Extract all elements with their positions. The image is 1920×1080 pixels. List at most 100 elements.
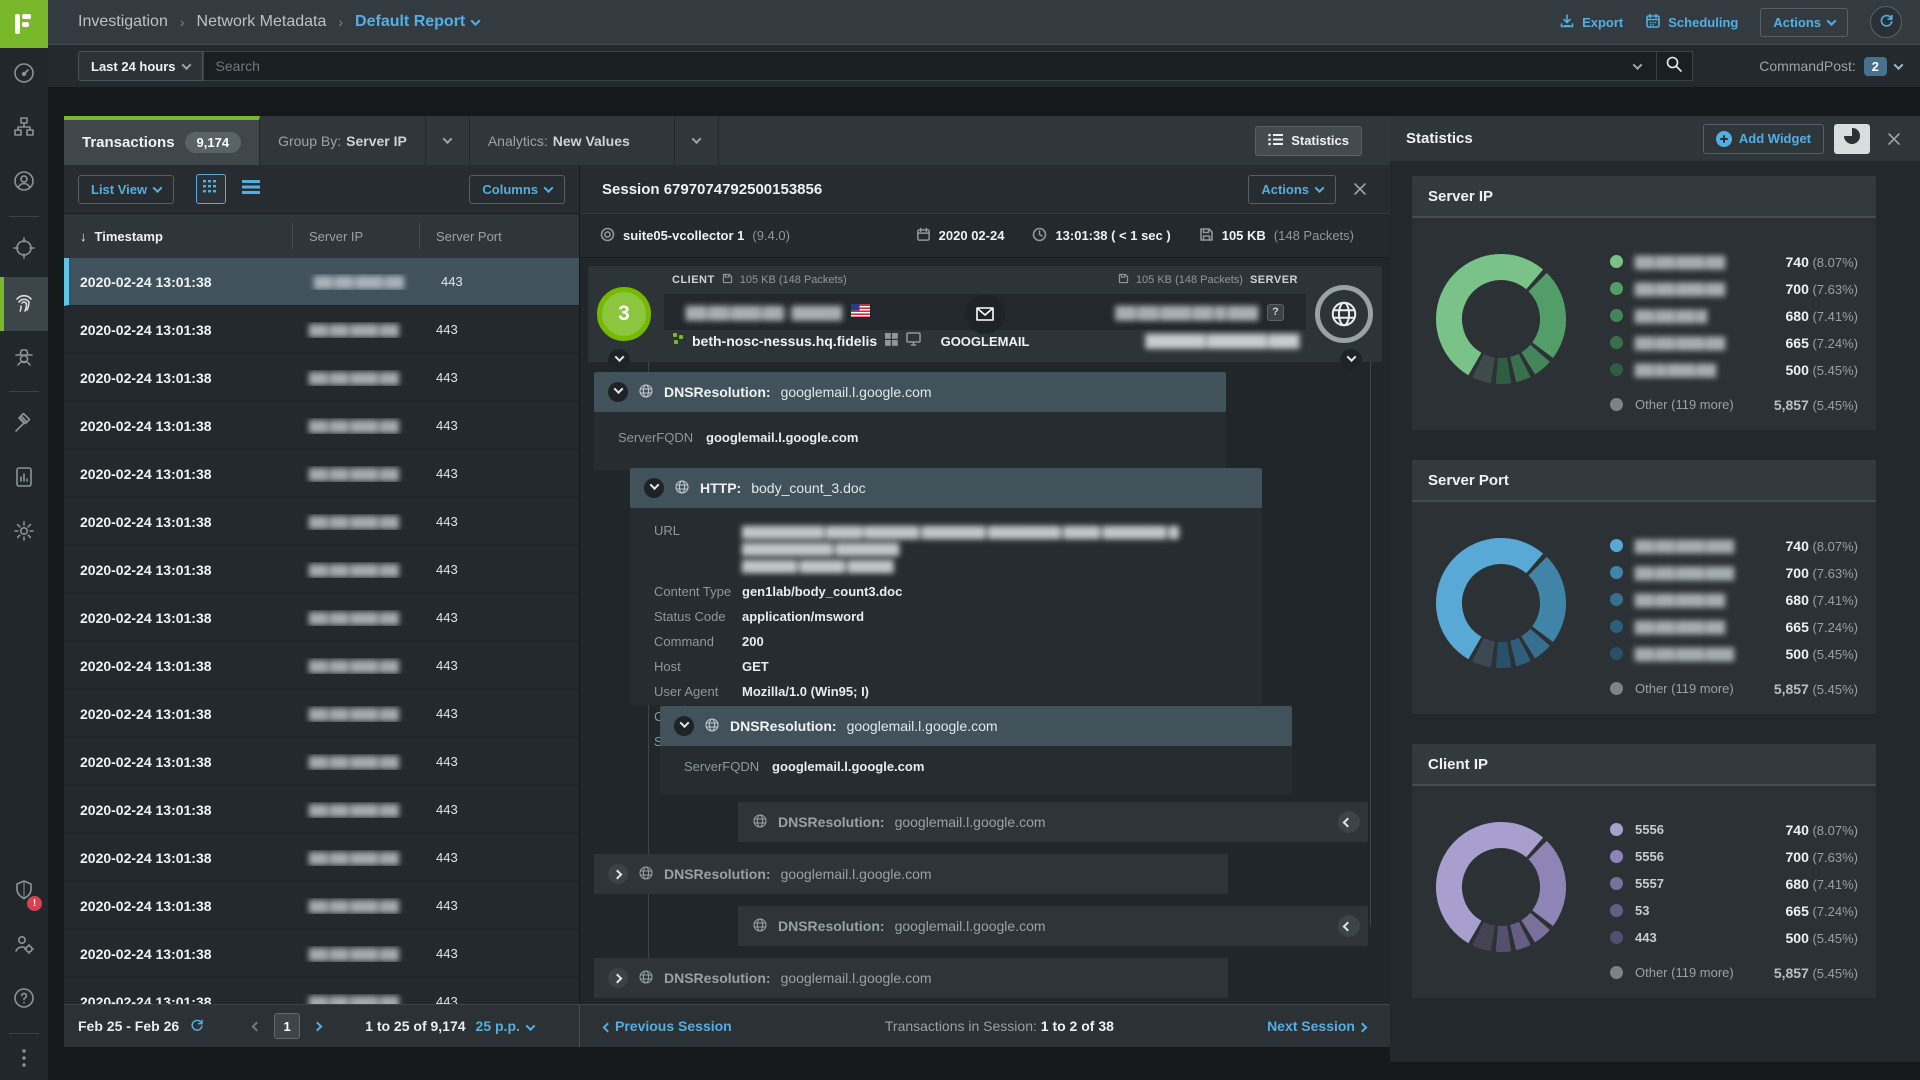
close-session-icon[interactable] [1346,175,1374,203]
table-row[interactable]: 2020-02-24 13:01:38▇▇.▇▇.▇▇▇.▇▇443 [64,402,579,450]
table-row[interactable]: 2020-02-24 13:01:38▇▇.▇▇.▇▇▇.▇▇443 [64,786,579,834]
mail-service-icon[interactable] [965,294,1005,334]
legend-item[interactable]: ▇▇.▇▇.▇▇▇.▇▇740 (8.07%) [1610,248,1858,275]
next-page-button[interactable] [313,1021,323,1031]
table-row[interactable]: 2020-02-24 13:01:38▇▇.▇▇.▇▇▇.▇▇443 [64,594,579,642]
breadcrumb-network-metadata[interactable]: Network Metadata [197,13,327,31]
table-row[interactable]: 2020-02-24 13:01:38▇▇.▇▇.▇▇▇.▇▇443 [64,354,579,402]
legend-item[interactable]: 5557680 (7.41%) [1610,870,1858,897]
list-view-select[interactable]: List View [78,175,174,204]
sidebar-item-reports[interactable] [0,452,48,506]
search-input[interactable] [204,58,1620,74]
previous-session-button[interactable]: Previous Session [604,1018,732,1034]
legend-item[interactable]: 5556740 (8.07%) [1610,816,1858,843]
tree-node-dnsresolution-ghost[interactable]: DNSResolution:googlemail.l.google.com [738,906,1368,946]
sidebar-item-settings[interactable] [0,506,48,560]
current-page[interactable]: 1 [274,1013,300,1039]
legend-item[interactable]: ▇▇.▇▇.▇▇▇.▇▇680 (7.41%) [1610,586,1858,613]
sidebar-item-detect[interactable] [0,223,48,277]
sidebar-item-user-management[interactable] [0,919,48,973]
expand-node-button[interactable] [608,968,628,988]
donut-chart-server-port[interactable] [1421,523,1581,683]
table-row[interactable]: 2020-02-24 13:01:38▇▇.▇▇.▇▇▇.▇▇443 [64,546,579,594]
table-row[interactable]: 2020-02-24 13:01:38▇▇.▇▇.▇▇▇.▇▇443 [64,450,579,498]
table-row[interactable]: 2020-02-24 13:01:38▇▇.▇▇.▇▇▇.▇▇443 [64,306,579,354]
legend-item[interactable]: Other (119 more)5,857 (5.45%) [1610,675,1858,702]
close-statistics-icon[interactable] [1880,125,1908,153]
prev-page-button[interactable] [252,1021,262,1031]
tree-node-dnsresolution-2[interactable]: DNSResolution:googlemail.l.google.com [660,706,1292,746]
export-button[interactable]: Export [1559,13,1623,32]
column-header-server-ip[interactable]: Server IP [293,223,420,249]
row-view-button[interactable] [236,174,266,204]
legend-item[interactable]: 5556700 (7.63%) [1610,843,1858,870]
sidebar-item-compliance[interactable] [0,398,48,452]
table-row[interactable]: 2020-02-24 13:01:38▇▇.▇▇.▇▇▇.▇▇443 [64,690,579,738]
statistics-toggle-button[interactable]: Statistics [1255,126,1362,156]
legend-item[interactable]: ▇▇.▇▇.▇▇.▇680 (7.41%) [1610,302,1858,329]
expand-node-button[interactable] [608,864,628,884]
columns-select[interactable]: Columns [469,175,565,204]
donut-chart-client-ip[interactable] [1421,807,1581,967]
actions-dropdown[interactable]: Actions [1760,8,1848,37]
table-row[interactable]: 2020-02-24 13:01:38▇▇.▇▇.▇▇▇.▇▇443 [64,882,579,930]
time-range-select[interactable]: Last 24 hours [78,51,203,81]
legend-item[interactable]: 53665 (7.24%) [1610,897,1858,924]
sidebar-item-system-health[interactable]: ! [0,865,48,919]
per-page-select[interactable]: 25 p.p. [476,1018,534,1034]
table-row[interactable]: 2020-02-24 13:01:38▇▇.▇▇.▇▇▇.▇▇443 [64,930,579,978]
table-row[interactable]: 2020-02-24 13:01:38▇▇.▇▇.▇▇▇.▇▇443 [64,498,579,546]
table-row[interactable]: 2020-02-24 13:01:38▇▇.▇▇.▇▇▇.▇▇443 [64,642,579,690]
tab-analytics[interactable]: Analytics:New Values [470,116,675,165]
legend-item[interactable]: ▇▇.▇.▇▇▇.▇▇500 (5.45%) [1610,356,1858,383]
session-actions-dropdown[interactable]: Actions [1248,175,1336,204]
legend-item[interactable]: ▇▇.▇▇.▇▇▇.▇▇▇700 (7.63%) [1610,559,1858,586]
table-row[interactable]: 2020-02-24 13:01:38▇▇.▇▇.▇▇▇.▇▇443 [64,738,579,786]
sidebar-item-more[interactable] [0,1040,48,1080]
legend-item[interactable]: 443500 (5.45%) [1610,924,1858,951]
donut-chart-server-ip[interactable] [1421,239,1581,399]
tree-node-dnsresolution-ghost[interactable]: DNSResolution:googlemail.l.google.com [738,802,1368,842]
fidelis-logo[interactable] [0,0,48,48]
tree-node-http[interactable]: HTTP:body_count_3.doc [630,468,1262,508]
scroll-left-button[interactable] [1338,915,1360,937]
sidebar-item-investigation[interactable] [0,277,48,331]
grid-view-button[interactable] [196,174,226,204]
commandpost-count-badge[interactable]: 2 [1864,57,1887,76]
sidebar-item-help[interactable] [0,973,48,1027]
sidebar-item-network-map[interactable] [0,102,48,156]
column-header-timestamp[interactable]: ↓Timestamp [64,223,293,249]
legend-item[interactable]: ▇▇.▇▇.▇▇▇.▇▇700 (7.63%) [1610,275,1858,302]
legend-item[interactable]: Other (119 more)5,857 (5.45%) [1610,391,1858,418]
client-expand-button[interactable] [608,349,630,371]
legend-item[interactable]: ▇▇.▇▇.▇▇▇.▇▇▇740 (8.07%) [1610,532,1858,559]
table-row[interactable]: 2020-02-24 13:01:38▇▇.▇▇.▇▇▇.▇▇443 [64,978,579,1004]
sidebar-item-dashboard[interactable] [0,48,48,102]
tab-group-by[interactable]: Group By:Server IP [260,116,426,165]
table-row[interactable]: 2020-02-24 13:01:38▇▇.▇▇.▇▇▇.▇▇443 [64,834,579,882]
refresh-results-button[interactable] [189,1017,205,1036]
table-row[interactable]: 2020-02-24 13:01:38▇▇.▇▇.▇▇▇.▇▇443 [64,258,579,306]
tree-node-dnsresolution-collapsed[interactable]: DNSResolution:googlemail.l.google.com [594,958,1228,998]
auto-refresh-toggle[interactable] [1870,6,1902,38]
legend-item[interactable]: ▇▇.▇▇.▇▇▇.▇▇665 (7.24%) [1610,329,1858,356]
column-header-server-port[interactable]: Server Port [420,223,550,249]
legend-item[interactable]: ▇▇.▇▇.▇▇▇.▇▇▇500 (5.45%) [1610,640,1858,667]
sidebar-item-user[interactable] [0,156,48,210]
search-history-dropdown[interactable] [1620,52,1656,80]
search-submit-button[interactable] [1656,52,1692,80]
legend-item[interactable]: Other (119 more)5,857 (5.45%) [1610,959,1858,986]
chevron-down-icon[interactable] [1894,60,1904,70]
collapse-node-button[interactable] [644,478,664,498]
group-by-dropdown[interactable] [426,116,470,165]
tab-transactions[interactable]: Transactions 9,174 [64,116,260,165]
scroll-left-button[interactable] [1338,811,1360,833]
analytics-dropdown[interactable] [675,116,719,165]
breadcrumb-default-report[interactable]: Default Report [355,13,479,31]
tree-node-dnsresolution-collapsed[interactable]: DNSResolution:googlemail.l.google.com [594,854,1228,894]
breadcrumb-investigation[interactable]: Investigation [78,13,168,31]
tree-node-dnsresolution-1[interactable]: DNSResolution:googlemail.l.google.com [594,372,1226,412]
scheduling-button[interactable]: Scheduling [1645,13,1738,32]
collapse-node-button[interactable] [608,382,628,402]
session-hop-badge[interactable]: 3 [597,287,651,341]
